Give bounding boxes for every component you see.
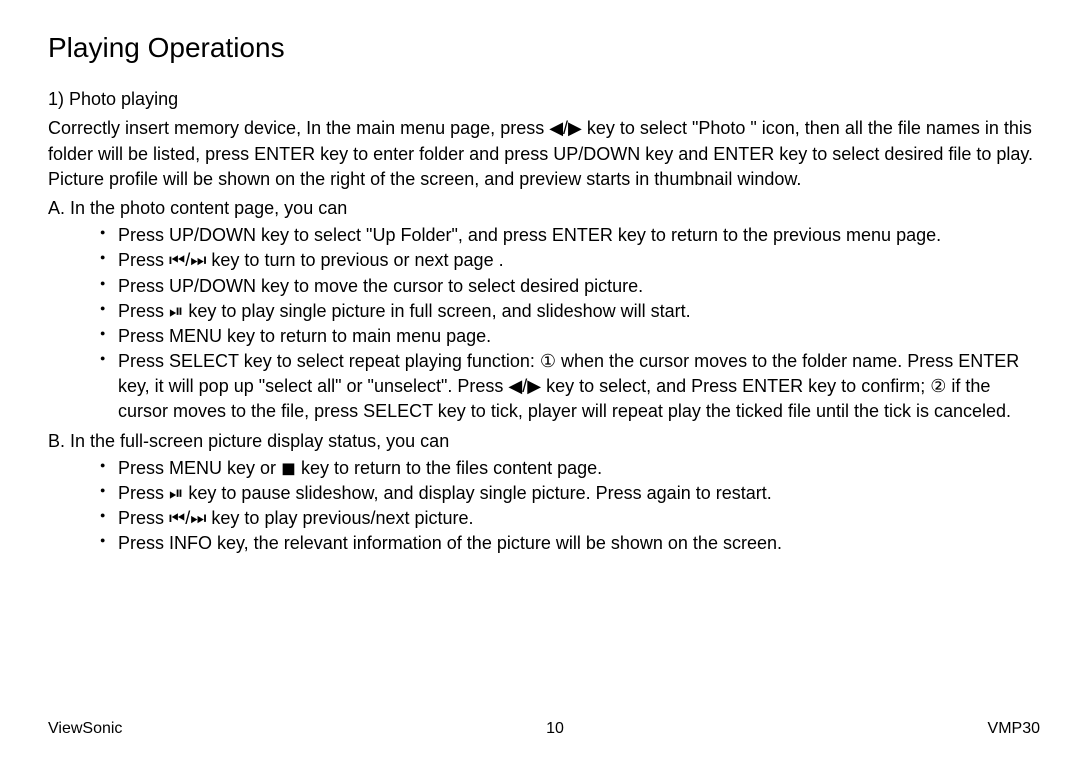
list-item: Press MENU key or ◼ key to return to the… [48, 456, 1040, 481]
subsection-a-list: Press UP/DOWN key to select "Up Folder",… [48, 223, 1040, 425]
page-heading: Playing Operations [48, 28, 1040, 67]
subsection-b-list: Press MENU key or ◼ key to return to the… [48, 456, 1040, 557]
content-area: Playing Operations 1) Photo playing Corr… [48, 28, 1040, 710]
list-item: Press ⏯ key to play single picture in fu… [48, 299, 1040, 324]
list-item: Press ⏯ key to pause slideshow, and disp… [48, 481, 1040, 506]
subsection-b-label: B. In the full-screen picture display st… [48, 429, 1040, 454]
section-title: 1) Photo playing [48, 87, 1040, 112]
footer-left: ViewSonic [48, 718, 122, 740]
subsection-a-label: A. In the photo content page, you can [48, 196, 1040, 221]
list-item: Press UP/DOWN key to select "Up Folder",… [48, 223, 1040, 248]
list-item: Press INFO key, the relevant information… [48, 531, 1040, 556]
document-page: Playing Operations 1) Photo playing Corr… [0, 0, 1080, 760]
footer-page-number: 10 [546, 718, 564, 740]
list-item: Press ⏮/⏭ key to turn to previous or nex… [48, 248, 1040, 273]
list-item: Press UP/DOWN key to move the cursor to … [48, 274, 1040, 299]
list-item: Press MENU key to return to main menu pa… [48, 324, 1040, 349]
section-intro: Correctly insert memory device, In the m… [48, 116, 1040, 192]
list-item: Press SELECT key to select repeat playin… [48, 349, 1040, 425]
page-footer: ViewSonic 10 VMP30 [48, 710, 1040, 740]
list-item: Press ⏮/⏭ key to play previous/next pict… [48, 506, 1040, 531]
footer-right: VMP30 [988, 718, 1040, 740]
